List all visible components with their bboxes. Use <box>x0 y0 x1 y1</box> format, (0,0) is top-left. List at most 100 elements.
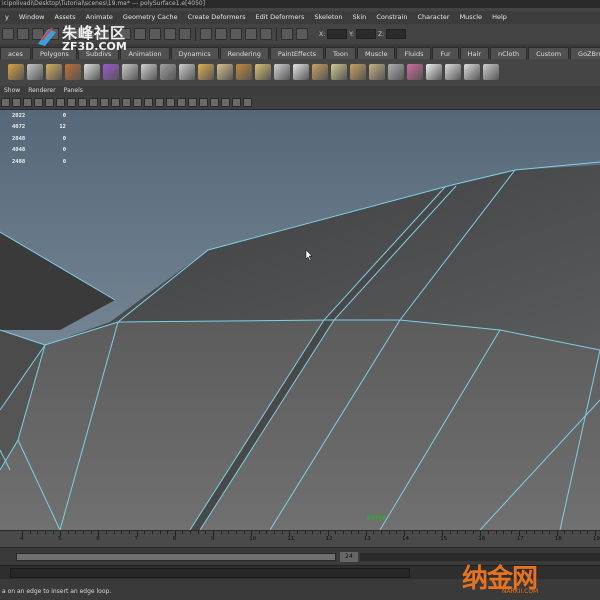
panel-menu-renderer[interactable]: Renderer <box>24 86 59 96</box>
panel-tool-icon[interactable] <box>133 98 142 107</box>
shelf-tab-ncloth[interactable]: nCloth <box>490 47 528 59</box>
shelf-tool-icon[interactable] <box>445 64 461 80</box>
shelf-tool-icon[interactable] <box>141 64 157 80</box>
shelf-tool-icon[interactable] <box>407 64 423 80</box>
panel-tool-icon[interactable] <box>111 98 120 107</box>
panel-tool-icon[interactable] <box>78 98 87 107</box>
panel-tool-icon[interactable] <box>89 98 98 107</box>
mode-icon[interactable] <box>2 28 14 40</box>
menu-character[interactable]: Character <box>412 11 454 24</box>
make-live-icon[interactable] <box>179 28 191 40</box>
shelf-tool-icon[interactable] <box>293 64 309 80</box>
shelf-tab-dynamics[interactable]: Dynamics <box>170 47 219 59</box>
panel-tool-icon[interactable] <box>199 98 208 107</box>
panel-tool-icon[interactable] <box>100 98 109 107</box>
shelf-tab-fur[interactable]: Fur <box>432 47 459 59</box>
shelf-tool-icon[interactable] <box>27 64 43 80</box>
panel-tool-icon[interactable] <box>1 98 10 107</box>
menu-skin[interactable]: Skin <box>347 11 371 24</box>
snap-point-icon[interactable] <box>149 28 161 40</box>
panel-tool-icon[interactable] <box>188 98 197 107</box>
shelf-tool-icon[interactable] <box>198 64 214 80</box>
panel-tool-icon[interactable] <box>45 98 54 107</box>
panel-tool-icon[interactable] <box>56 98 65 107</box>
shelf-tool-icon[interactable] <box>103 64 119 80</box>
shelf-tab-hair[interactable]: Hair <box>459 47 490 59</box>
menu-y[interactable]: y <box>0 11 14 24</box>
command-input[interactable] <box>10 568 410 578</box>
shelf-tool-icon[interactable] <box>369 64 385 80</box>
panel-tool-icon[interactable] <box>144 98 153 107</box>
shelf-tool-icon[interactable] <box>84 64 100 80</box>
shelf-tool-icon[interactable] <box>483 64 499 80</box>
y-field[interactable] <box>356 29 377 39</box>
panel-tool-icon[interactable] <box>34 98 43 107</box>
time-slider[interactable]: 4 5 6 7 8 9 10 11 12 13 14 15 16 17 18 19 <box>0 530 600 547</box>
shelf-tab-gozbrush[interactable]: GoZBrush <box>570 47 600 59</box>
shelf-tool-icon[interactable] <box>217 64 233 80</box>
shelf-tool-icon[interactable] <box>65 64 81 80</box>
hud-value: 4048 <box>12 147 26 154</box>
y-label: Y: <box>349 30 355 38</box>
panel-tool-icon[interactable] <box>122 98 131 107</box>
panel-tool-icon[interactable] <box>23 98 32 107</box>
new-scene-icon[interactable] <box>17 28 29 40</box>
panel-tool-icon[interactable] <box>177 98 186 107</box>
ipr-render-icon[interactable] <box>230 28 242 40</box>
panel-tool-icon[interactable] <box>221 98 230 107</box>
panel-tool-icon[interactable] <box>166 98 175 107</box>
panel-tool-icon[interactable] <box>67 98 76 107</box>
snap-view-plane-icon[interactable] <box>164 28 176 40</box>
shelf-tool-icon[interactable] <box>464 64 480 80</box>
shelf-tab-fluids[interactable]: Fluids <box>396 47 432 59</box>
shelf-tab-toon[interactable]: Toon <box>325 47 356 59</box>
panel-tool-icon[interactable] <box>210 98 219 107</box>
shelf-tool-icon[interactable] <box>8 64 24 80</box>
watermark-logo-bottom: 纳金网 NARKII.COM <box>462 558 582 596</box>
shelf-tool-icon[interactable] <box>122 64 138 80</box>
shelf-tab-muscle[interactable]: Muscle <box>356 47 396 59</box>
shelf-tab-aces[interactable]: aces <box>0 47 31 59</box>
panel-menu-panels[interactable]: Panels <box>60 86 87 96</box>
shelf-tool-icon[interactable] <box>312 64 328 80</box>
render-settings-icon[interactable] <box>245 28 257 40</box>
range-end-field[interactable]: 24 <box>340 552 358 562</box>
history-icon[interactable] <box>200 28 212 40</box>
menu-help[interactable]: Help <box>487 11 512 24</box>
shelf-tab-rendering[interactable]: Rendering <box>219 47 269 59</box>
shelf-tool-icon[interactable] <box>160 64 176 80</box>
hypershade-icon[interactable] <box>260 28 272 40</box>
menu-muscle[interactable]: Muscle <box>455 11 488 24</box>
menu-skeleton[interactable]: Skeleton <box>309 11 347 24</box>
time-minor-tick <box>381 531 383 534</box>
panel-tool-icon[interactable] <box>155 98 164 107</box>
panel-menu-show[interactable]: Show <box>0 86 24 96</box>
lock-icon[interactable] <box>296 28 308 40</box>
shelf-tool-icon[interactable] <box>274 64 290 80</box>
viewport-persp[interactable] <box>0 110 600 530</box>
panel-tool-icon[interactable] <box>243 98 252 107</box>
time-minor-tick <box>373 531 375 534</box>
shelf-tab-painteffects[interactable]: PaintEffects <box>269 47 325 59</box>
shelf-tool-icon[interactable] <box>46 64 62 80</box>
range-slider-bar[interactable] <box>16 553 336 561</box>
z-field[interactable] <box>386 29 407 39</box>
render-icon[interactable] <box>215 28 227 40</box>
menu-create-deformers[interactable]: Create Deformers <box>183 11 251 24</box>
panel-tool-icon[interactable] <box>12 98 21 107</box>
x-field[interactable] <box>327 29 348 39</box>
menu-constrain[interactable]: Constrain <box>371 11 412 24</box>
shelf-tool-icon[interactable] <box>388 64 404 80</box>
input-field-mode-icon[interactable] <box>281 28 293 40</box>
shelf-tool-icon[interactable] <box>236 64 252 80</box>
shelf-tool-icon[interactable] <box>426 64 442 80</box>
hud-row: 2488 0 <box>12 156 72 168</box>
panel-tool-icon[interactable] <box>232 98 241 107</box>
shelf-tool-icon[interactable] <box>255 64 271 80</box>
shelf-tab-custom[interactable]: Custom <box>528 47 570 59</box>
shelf-tool-icon[interactable] <box>350 64 366 80</box>
shelf-tool-icon[interactable] <box>331 64 347 80</box>
shelf-tool-icon[interactable] <box>179 64 195 80</box>
hud-value: 0 <box>62 147 66 154</box>
menu-edit-deformers[interactable]: Edit Deformers <box>251 11 310 24</box>
